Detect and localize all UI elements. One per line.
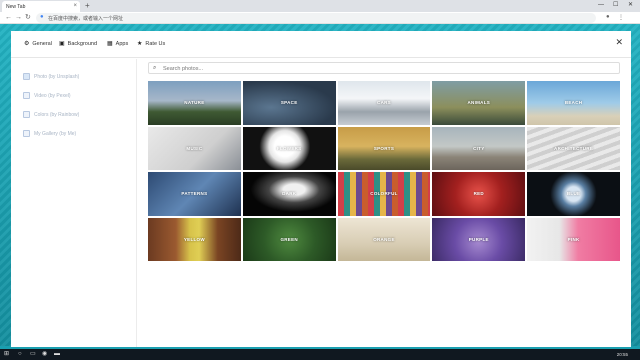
browser-tab[interactable]: New Tab × — [2, 1, 80, 12]
search-icon: ⌕ — [153, 65, 157, 71]
sidebar-item-label: My Gallery (by Me) — [34, 130, 77, 137]
tile-label: ARCHITECTURE — [554, 145, 594, 151]
browser-taskbar-icon[interactable]: ◉ — [42, 351, 47, 358]
tab-general-label: General — [32, 40, 52, 47]
star-icon: ★ — [137, 41, 143, 47]
watermark-text: 悟空问答 — [554, 327, 603, 341]
gallery-icon — [23, 130, 30, 137]
tile-dark[interactable]: DARK — [242, 172, 336, 216]
tile-yellow[interactable]: YELLOW — [148, 217, 241, 261]
tab-general[interactable]: ⚙ General — [24, 40, 52, 48]
tile-red[interactable]: RED — [432, 172, 526, 216]
tile-label: NATURE — [184, 100, 205, 106]
tile-label: SPACE — [280, 100, 298, 106]
tab-rate-us-label: Rate Us — [145, 40, 166, 47]
tile-label: PINK — [567, 236, 580, 242]
tile-green[interactable]: GREEN — [242, 217, 336, 261]
tile-label: ORANGE — [373, 236, 395, 242]
tab-background-label: Background — [67, 40, 98, 47]
tile-colorful[interactable]: COLORFUL — [337, 172, 431, 216]
tab-apps-label: Apps — [115, 40, 129, 47]
tab-strip: New Tab × + — ☐ ✕ — [0, 0, 640, 12]
close-icon[interactable]: ✕ — [615, 37, 623, 48]
tile-label: ANIMALS — [467, 100, 491, 106]
forward-icon[interactable]: → — [15, 14, 22, 22]
tile-patterns[interactable]: PATTERNS — [148, 172, 241, 216]
tile-label: RED — [473, 191, 484, 197]
video-icon — [23, 92, 30, 99]
back-icon[interactable]: ← — [5, 14, 12, 22]
tile-city[interactable]: CITY — [432, 126, 526, 170]
menu-icon[interactable]: ⋮ — [618, 14, 624, 21]
address-bar-text: 在百度中搜索，或者输入一个网址 — [48, 16, 124, 22]
watermark: ◕ 悟空问答 — [538, 325, 602, 342]
tile-animals[interactable]: ANIMALS — [432, 81, 526, 125]
tile-label: BLUE — [566, 191, 581, 197]
start-icon[interactable]: ⊞ — [4, 351, 9, 358]
taskbar-clock: 20:55 — [616, 352, 628, 357]
tab-close-icon[interactable]: × — [73, 3, 77, 9]
address-bar[interactable]: ● 在百度中搜索，或者输入一个网址 — [36, 13, 596, 23]
tile-space[interactable]: SPACE — [242, 81, 336, 125]
tile-beach[interactable]: BEACH — [527, 81, 620, 125]
tab-apps[interactable]: ▦ Apps — [107, 40, 129, 48]
source-sidebar: Photo (by Unsplash) Video (by Pexel) Col… — [11, 59, 137, 347]
tile-label: PATTERNS — [181, 191, 208, 197]
tile-label: COLORFUL — [370, 191, 398, 197]
tile-label: BEACH — [564, 100, 583, 106]
search-taskbar-icon[interactable]: ○ — [18, 351, 22, 358]
maximize-button[interactable]: ☐ — [613, 1, 618, 10]
sidebar-item-label: Colors (by Rainbow) — [34, 111, 80, 118]
folder-taskbar-icon[interactable]: ▬ — [54, 351, 60, 358]
sidebar-item-gallery[interactable]: My Gallery (by Me) — [23, 130, 76, 137]
window-close-button[interactable]: ✕ — [628, 1, 633, 10]
taskbar: ⊞ ○ ▭ ◉ ▬ 20:55 — [0, 349, 640, 360]
tile-label: YELLOW — [183, 236, 205, 242]
grid-icon: ▦ — [107, 41, 113, 47]
search-input[interactable]: ⌕ Search photos... — [148, 62, 620, 74]
tile-cars[interactable]: CARS — [337, 81, 431, 125]
palette-icon — [23, 111, 30, 118]
reload-icon[interactable]: ↻ — [25, 14, 31, 22]
tile-sports[interactable]: SPORTS — [337, 126, 431, 170]
tile-architecture[interactable]: ARCHITECTURE — [527, 126, 620, 170]
tile-label: FLOWERS — [276, 145, 302, 151]
tile-label: GREEN — [280, 236, 298, 242]
gear-icon: ⚙ — [24, 41, 30, 47]
tile-music[interactable]: MUSIC — [148, 126, 241, 170]
task-view-icon[interactable]: ▭ — [30, 351, 36, 358]
tile-pink[interactable]: PINK — [527, 217, 620, 261]
category-grid: NATURE SPACE CARS ANIMALS BEACH MUSIC FL… — [148, 81, 620, 263]
tab-rate-us[interactable]: ★ Rate Us — [137, 40, 166, 48]
tile-blue[interactable]: BLUE — [527, 172, 620, 216]
settings-tabs: ⚙ General ▣ Background ▦ Apps ★ Rate Us … — [11, 31, 631, 58]
tile-nature[interactable]: NATURE — [148, 81, 241, 125]
photo-icon — [23, 73, 30, 80]
tab-title: New Tab — [6, 4, 26, 10]
sidebar-item-label: Video (by Pexel) — [34, 92, 71, 99]
sidebar-item-photo[interactable]: Photo (by Unsplash) — [23, 73, 79, 80]
tile-label: MUSIC — [186, 145, 203, 151]
tile-label: PURPLE — [468, 236, 489, 242]
tile-flowers[interactable]: FLOWERS — [242, 126, 336, 170]
background-settings-panel: ⚙ General ▣ Background ▦ Apps ★ Rate Us … — [11, 31, 631, 347]
sidebar-item-colors[interactable]: Colors (by Rainbow) — [23, 111, 79, 118]
browser-toolbar: ← → ↻ ● 在百度中搜索，或者输入一个网址 ● ⋮ — [0, 12, 640, 24]
tile-purple[interactable]: PURPLE — [432, 217, 526, 261]
tile-label: CITY — [473, 145, 485, 151]
tile-label: CARS — [377, 100, 391, 106]
tile-orange[interactable]: ORANGE — [337, 217, 431, 261]
watermark-logo-icon: ◕ — [538, 327, 551, 340]
tile-label: DARK — [282, 191, 297, 197]
sidebar-item-video[interactable]: Video (by Pexel) — [23, 92, 71, 99]
new-tab-button[interactable]: + — [85, 1, 90, 11]
minimize-button[interactable]: — — [598, 1, 604, 10]
search-engine-icon: ● — [40, 14, 44, 20]
search-placeholder: Search photos... — [163, 66, 204, 72]
image-icon: ▣ — [59, 41, 65, 47]
tab-background[interactable]: ▣ Background — [59, 40, 98, 48]
sidebar-item-label: Photo (by Unsplash) — [34, 73, 80, 80]
account-icon[interactable]: ● — [606, 14, 610, 20]
tile-label: SPORTS — [373, 145, 395, 151]
